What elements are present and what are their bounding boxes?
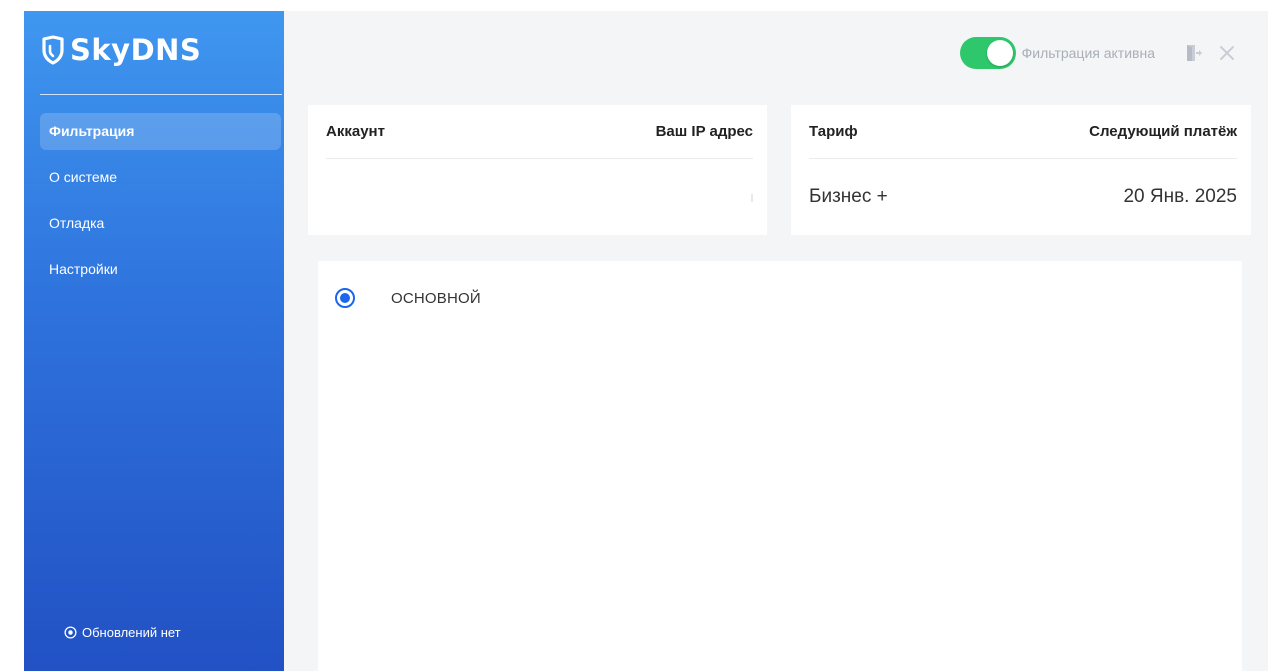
tariff-card: Тариф Следующий платёж Бизнес + 20 Янв. …: [791, 105, 1251, 235]
main-content: Фильтрация активна Аккаунт Ваш IP адрес: [284, 11, 1268, 671]
account-header: Аккаунт: [326, 123, 385, 140]
profile-label: ОСНОВНОЙ: [391, 289, 481, 307]
update-status-icon: [64, 626, 77, 639]
radio-selected-dot: [340, 293, 350, 303]
logo-text: SkyDNS: [70, 33, 202, 67]
account-card-body: [326, 159, 753, 235]
shield-logo-icon: [42, 35, 64, 65]
sidebar-item-filtering[interactable]: Фильтрация: [40, 113, 281, 150]
sidebar-nav: Фильтрация О системе Отладка Настройки: [40, 113, 281, 297]
sidebar-item-label: Фильтрация: [49, 123, 135, 139]
filter-status-label: Фильтрация активна: [1021, 45, 1155, 61]
logout-icon[interactable]: [1185, 44, 1203, 62]
profile-radio[interactable]: [335, 288, 355, 308]
profile-option[interactable]: ОСНОВНОЙ: [335, 288, 481, 308]
sidebar-item-label: Отладка: [49, 215, 105, 231]
toggle-knob: [986, 40, 1013, 66]
account-card-header: Аккаунт Ваш IP адрес: [326, 105, 753, 159]
logo: SkyDNS: [40, 33, 201, 67]
sidebar-item-settings[interactable]: Настройки: [40, 251, 281, 288]
profiles-card: ОСНОВНОЙ: [318, 261, 1242, 671]
topbar: Фильтрация активна: [959, 37, 1235, 69]
sidebar: SkyDNS Фильтрация О системе Отладка Наст…: [24, 11, 284, 671]
update-status-label: Обновлений нет: [82, 625, 181, 640]
account-card: Аккаунт Ваш IP адрес: [308, 105, 767, 235]
sidebar-divider: [40, 94, 282, 95]
tariff-card-header: Тариф Следующий платёж: [809, 105, 1237, 159]
close-icon[interactable]: [1219, 45, 1235, 61]
sidebar-item-debug[interactable]: Отладка: [40, 205, 281, 242]
app-window: SkyDNS Фильтрация О системе Отладка Наст…: [0, 0, 1268, 671]
next-payment-value: 20 Янв. 2025: [1123, 186, 1237, 207]
sidebar-item-about[interactable]: О системе: [40, 159, 281, 196]
next-payment-header: Следующий платёж: [1089, 123, 1237, 140]
filter-toggle[interactable]: [959, 37, 1016, 69]
update-status[interactable]: Обновлений нет: [64, 625, 181, 640]
ip-address-value: [751, 194, 753, 202]
sidebar-item-label: О системе: [49, 169, 118, 185]
tariff-card-body: Бизнес + 20 Янв. 2025: [809, 159, 1237, 235]
ip-address-header: Ваш IP адрес: [655, 123, 753, 140]
tariff-value: Бизнес +: [809, 186, 888, 207]
tariff-header: Тариф: [809, 123, 858, 140]
sidebar-item-label: Настройки: [49, 261, 118, 277]
